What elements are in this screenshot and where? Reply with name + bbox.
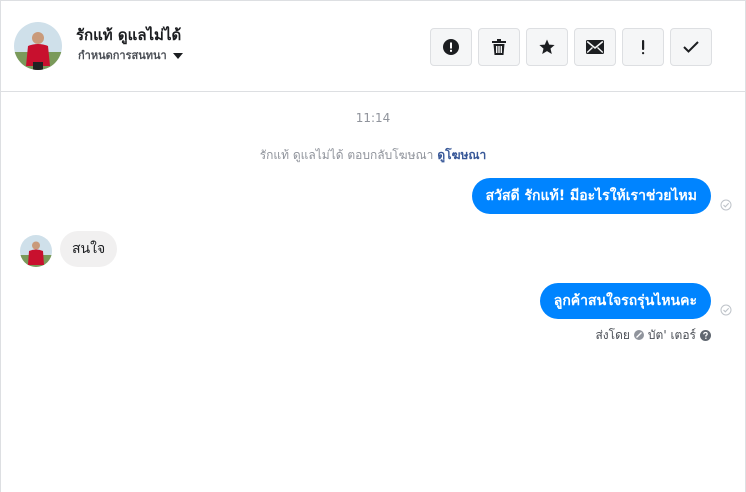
sender-avatar[interactable] [20,235,52,267]
prohibited-icon [633,330,644,340]
sent-by-label: ส่งโดย [595,327,630,342]
mark-done-button[interactable] [670,28,712,66]
star-button[interactable] [526,28,568,66]
assign-conversation-dropdown[interactable]: กำหนดการสนทนา [78,47,183,63]
caret-down-icon [172,52,183,59]
ad-reply-notice: รักแท้ ดูแลไม่ได้ ตอบกลับโฆษณา ดูโฆษณา [1,146,745,165]
sent-by-name: บัต' เตอร์ [647,327,696,342]
mark-spam-button[interactable] [430,28,472,66]
exclamation-icon [642,40,645,55]
outgoing-message[interactable]: สวัสดี รักแท้! มีอะไรให้เราช่วยไหม [471,178,711,214]
assign-conversation-label: กำหนดการสนทนา [78,49,167,62]
help-icon[interactable] [700,329,711,341]
incoming-message[interactable]: สนใจ [60,231,118,267]
sent-by-info: ส่งโดย บัต' เตอร์ [595,327,711,343]
mark-unread-button[interactable] [574,28,616,66]
conversation-panel: รักแท้ ดูแลไม่ได้ กำหนดการสนทนา 11:14 รั… [0,0,746,492]
conversation-header: รักแท้ ดูแลไม่ได้ กำหนดการสนทนา [1,1,745,92]
star-icon [539,39,555,54]
delete-button[interactable] [478,28,520,66]
follow-up-button[interactable] [622,28,664,66]
conversation-toolbar [430,28,712,66]
ad-reply-text: รักแท้ ดูแลไม่ได้ ตอบกลับโฆษณา [259,148,434,162]
checkmark-icon [683,41,699,53]
message-timestamp: 11:14 [355,111,391,125]
trash-icon [492,39,506,55]
contact-avatar[interactable] [14,22,62,70]
envelope-icon [586,40,604,54]
delivered-check-icon [720,199,732,211]
delivered-check-icon [720,304,732,316]
alert-circle-icon [443,39,459,55]
contact-name: รักแท้ ดูแลไม่ได้ [76,26,182,44]
view-ad-link[interactable]: ดูโฆษณา [437,148,486,162]
outgoing-message[interactable]: ลูกค้าสนใจรถรุ่นไหนคะ [539,283,711,319]
